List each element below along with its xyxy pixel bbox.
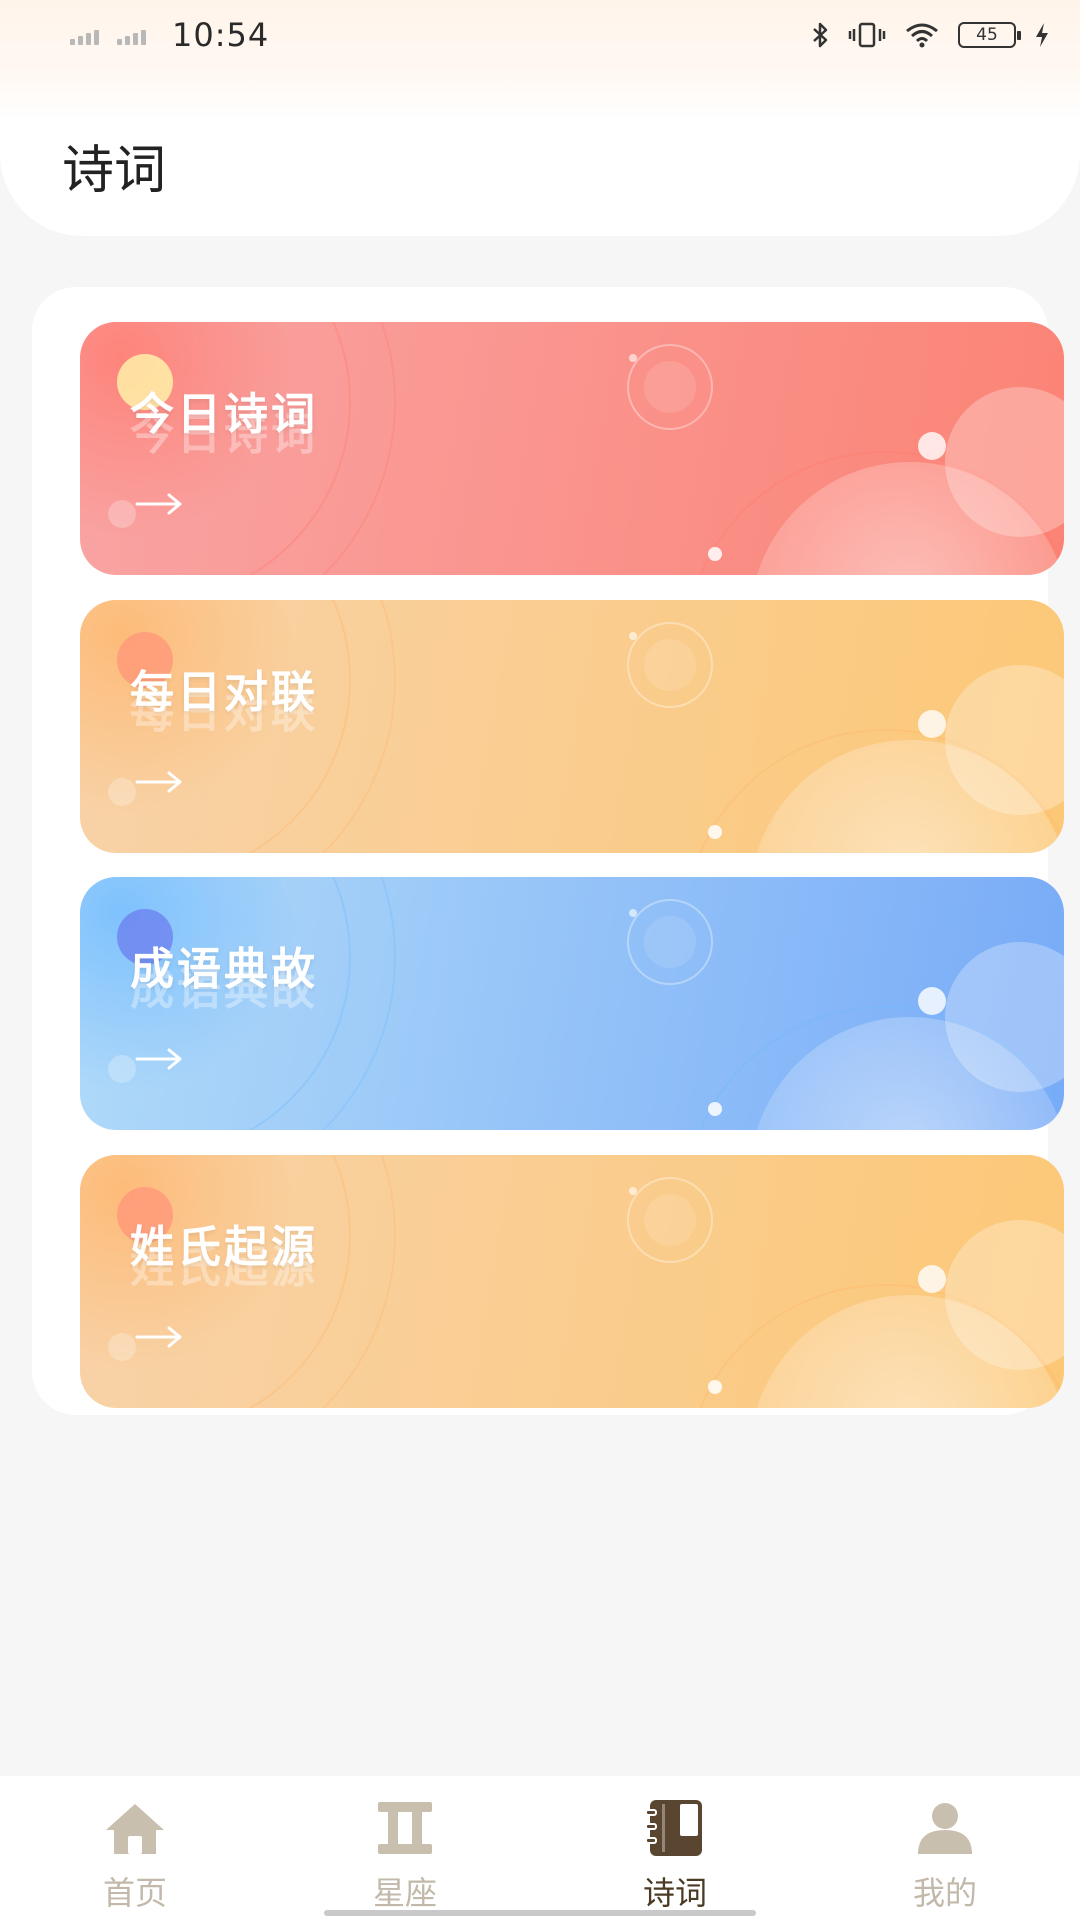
nav-label: 我的 [912,1874,977,1912]
home-indicator[interactable] [324,1910,756,1916]
battery-icon: 45 [958,22,1021,48]
arrow-right-icon [135,771,182,793]
bottom-nav: 首页 星座 诗词 我的 [0,1776,1080,1920]
signal-icon [117,25,146,45]
nav-item-zodiac[interactable]: 星座 [270,1776,540,1920]
arrow-right-icon [135,493,182,515]
feature-card[interactable]: 成语典故 成语典故 [80,877,1064,1130]
nav-item-home[interactable]: 首页 [0,1776,270,1920]
nav-label: 星座 [372,1874,437,1912]
home-icon [102,1798,168,1858]
charging-icon [1036,23,1048,47]
screen: 10:54 45 诗词 今日诗词 今日诗词 每日对联 每日对联 成语典故 成语典… [0,0,1080,1920]
card-title: 今日诗词 [130,389,318,440]
feature-card[interactable]: 每日对联 每日对联 [80,600,1064,853]
vibrate-icon [848,22,886,48]
status-time: 10:54 [172,16,270,54]
card-title: 每日对联 [130,667,318,718]
bluetooth-icon [813,22,828,48]
feature-card[interactable]: 姓氏起源 姓氏起源 [80,1155,1064,1408]
card-title: 成语典故 [130,944,318,995]
user-icon [912,1798,978,1858]
feature-card[interactable]: 今日诗词 今日诗词 [80,322,1064,575]
nav-item-profile[interactable]: 我的 [810,1776,1080,1920]
arrow-right-icon [135,1048,182,1070]
nav-label: 诗词 [642,1874,707,1912]
status-bar: 10:54 45 [0,0,1080,70]
card-panel: 今日诗词 今日诗词 每日对联 每日对联 成语典故 成语典故 姓氏起源 姓氏起源 [32,287,1064,1415]
wifi-icon [906,23,938,48]
card-title: 姓氏起源 [130,1222,318,1273]
nav-item-poetry[interactable]: 诗词 [540,1776,810,1920]
book-icon [642,1798,708,1858]
header: 10:54 45 诗词 [0,0,1080,236]
page-title: 诗词 [62,141,167,201]
arrow-right-icon [135,1326,182,1348]
battery-level: 45 [976,25,998,45]
gemini-icon [372,1798,438,1858]
nav-label: 首页 [102,1874,167,1912]
signal-icon [70,25,99,45]
